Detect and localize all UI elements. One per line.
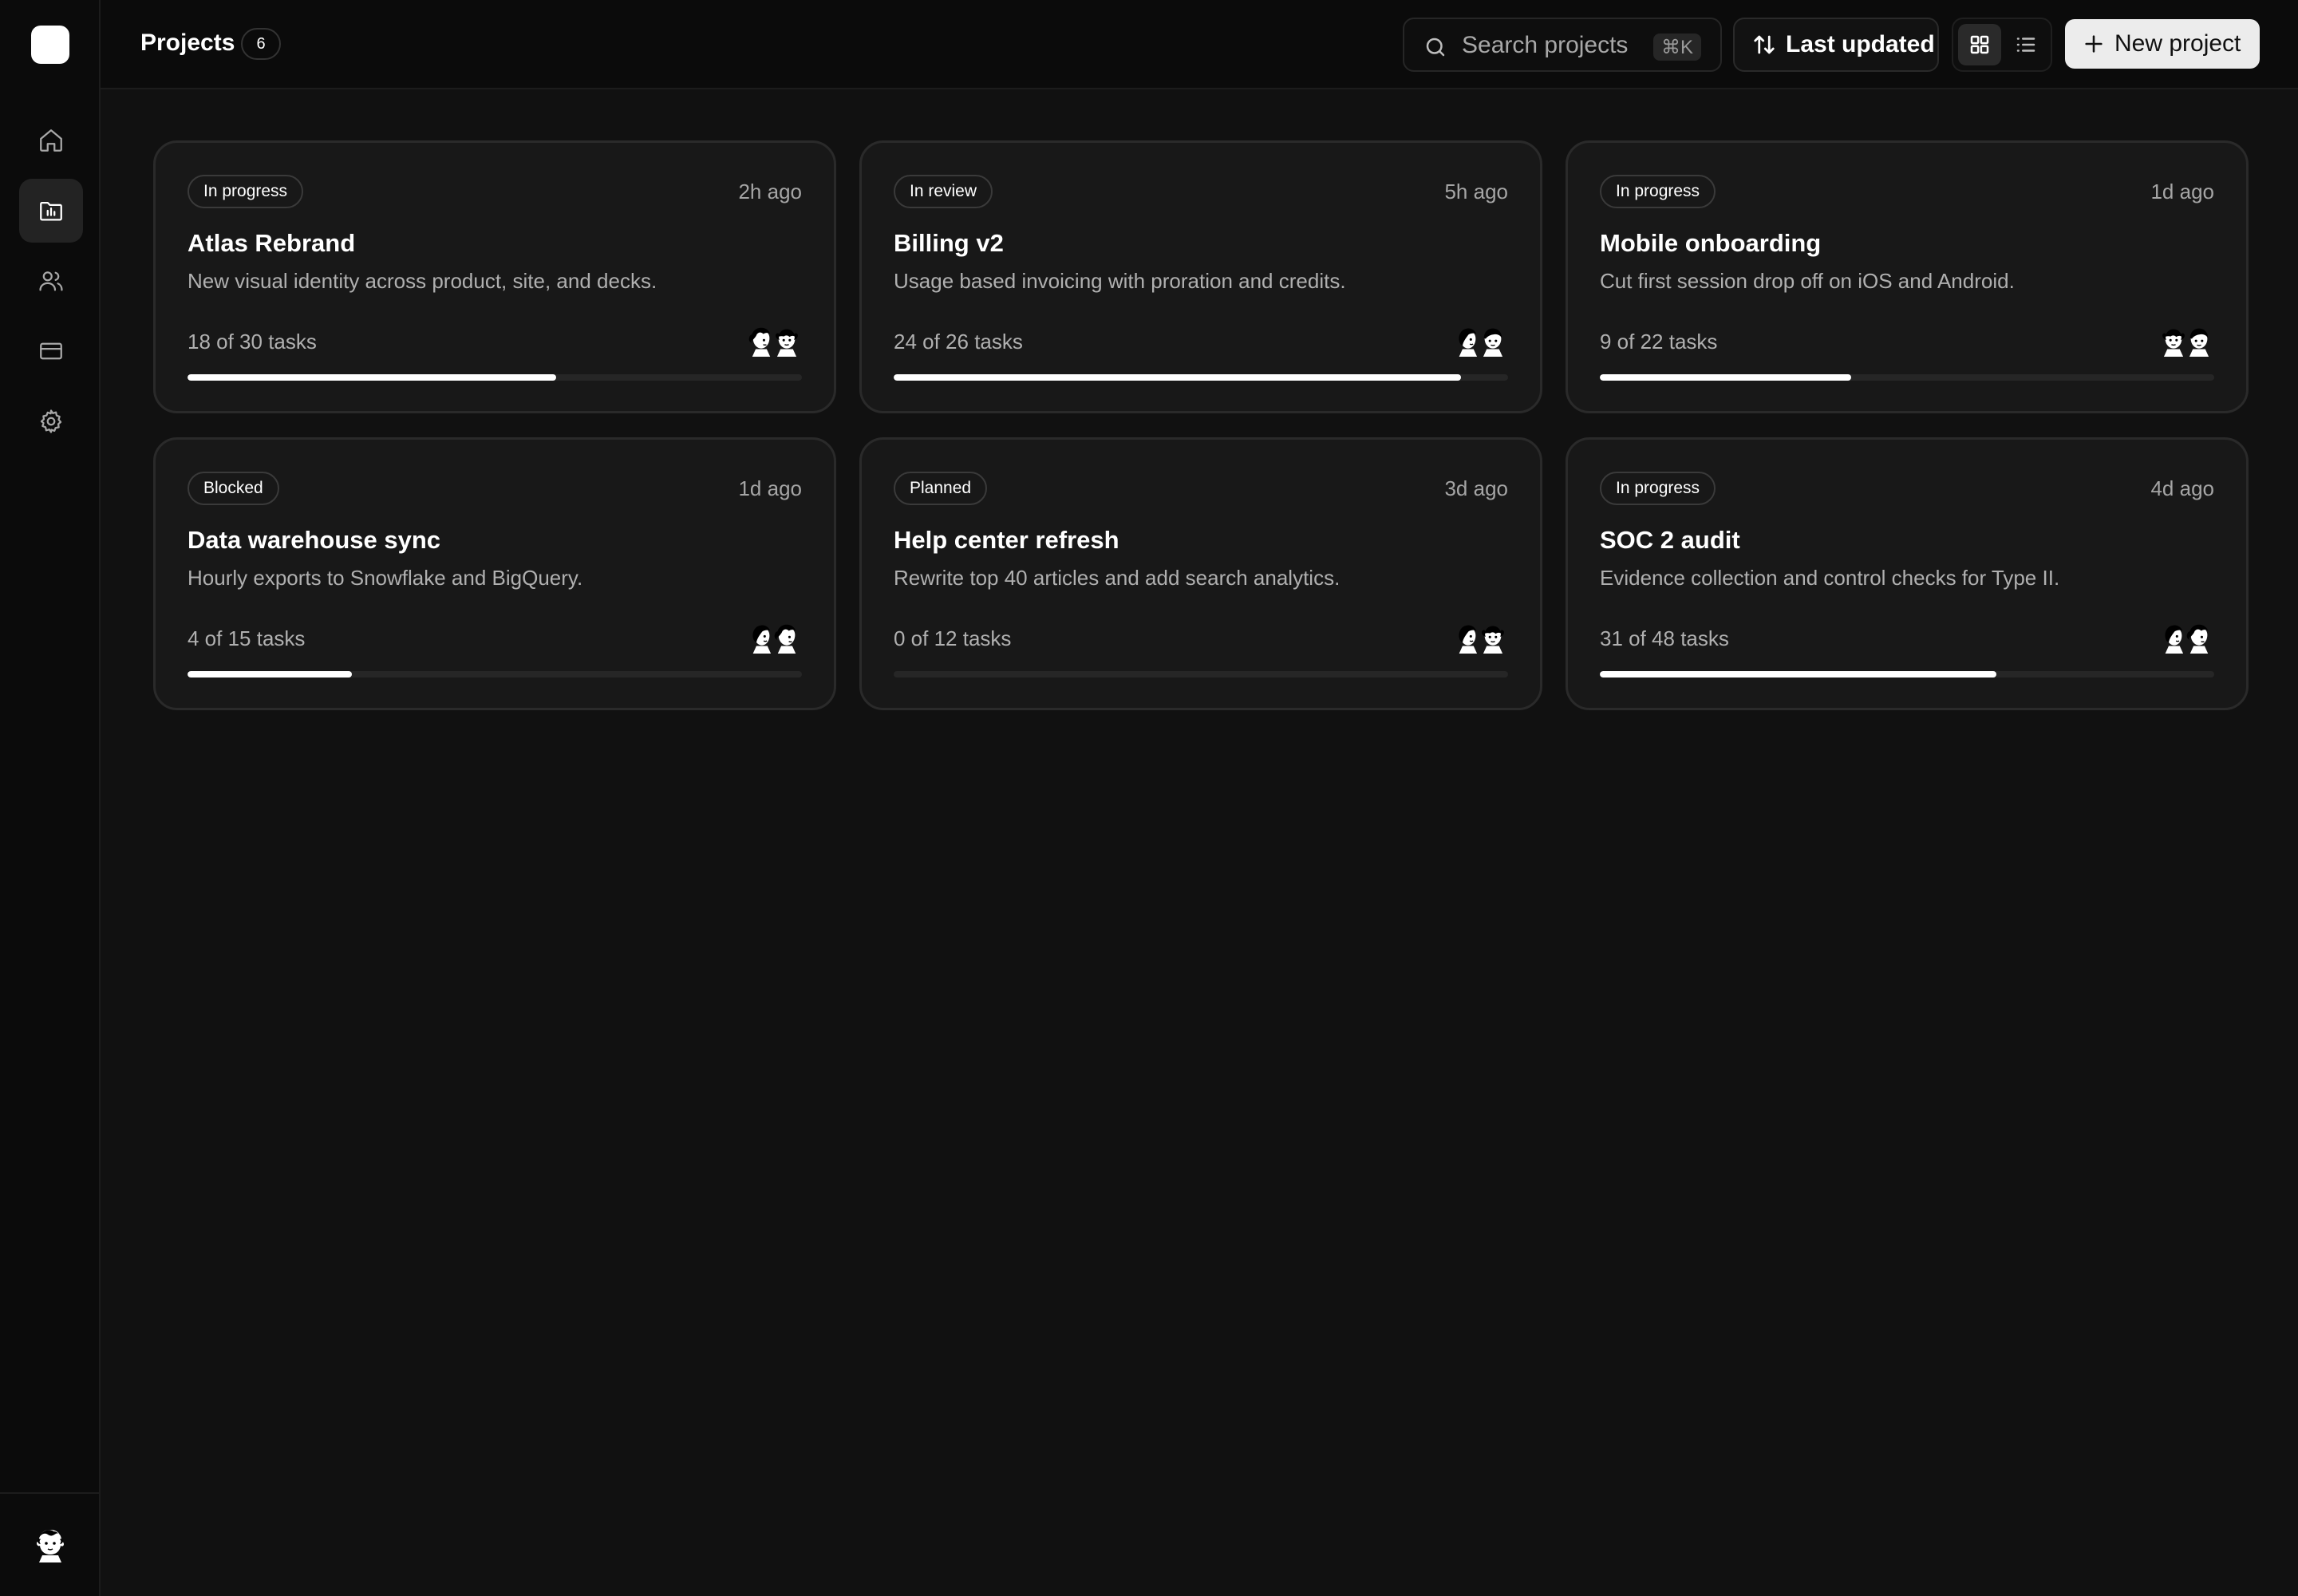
sort-button[interactable]: Last updated — [1733, 18, 1939, 72]
task-count: 4 of 15 tasks — [188, 626, 306, 650]
project-card[interactable]: In progress 4d ago SOC 2 audit Evidence … — [1566, 437, 2249, 710]
progress-fill — [1600, 374, 1851, 381]
status-badge: In progress — [1600, 472, 1716, 505]
assignee-avatars — [2158, 622, 2214, 655]
sort-label: Last updated — [1786, 31, 1935, 57]
user-avatar-icon[interactable] — [33, 1526, 68, 1564]
progress-bar — [188, 374, 802, 381]
sidebar-item-settings[interactable] — [19, 389, 83, 453]
gear-icon — [40, 409, 62, 433]
project-description: New visual identity across product, site… — [188, 269, 657, 293]
progress-fill — [894, 374, 1461, 381]
updated-time: 3d ago — [1444, 476, 1508, 500]
search-input[interactable] — [1462, 29, 1645, 62]
status-badge: In review — [894, 175, 993, 208]
sidebar-footer — [0, 1492, 101, 1596]
project-title: Billing v2 — [894, 229, 1004, 257]
plus-icon — [2085, 35, 2103, 53]
sidebar-item-projects[interactable] — [19, 179, 83, 243]
project-card[interactable]: In progress 1d ago Mobile onboarding Cut… — [1566, 140, 2249, 413]
assignee-avatars — [746, 622, 802, 655]
task-count: 0 of 12 tasks — [894, 626, 1012, 650]
status-badge: In progress — [188, 175, 304, 208]
progress-bar — [1600, 374, 2214, 381]
task-count: 31 of 48 tasks — [1600, 626, 1729, 650]
avatar-icon[interactable] — [772, 622, 802, 655]
avatar-icon[interactable] — [2184, 622, 2214, 655]
avatar-icon[interactable] — [772, 325, 802, 358]
progress-bar — [894, 671, 1508, 678]
task-count: 9 of 22 tasks — [1600, 330, 1718, 354]
project-title: Atlas Rebrand — [188, 229, 356, 257]
home-icon — [40, 129, 62, 152]
new-project-label: New project — [2114, 30, 2241, 57]
top-bar: Projects 6 ⌘K Last updated New project — [101, 0, 2298, 89]
avatar-icon[interactable] — [1478, 325, 1508, 358]
project-description: Hourly exports to Snowflake and BigQuery… — [188, 566, 583, 590]
search-shortcut-hint: ⌘K — [1652, 34, 1701, 61]
sort-arrows-icon — [1754, 35, 1775, 54]
progress-bar — [1600, 671, 2214, 678]
sidebar-item-team[interactable] — [19, 249, 83, 313]
assignee-avatars — [1452, 325, 1508, 358]
grid-view-button[interactable] — [1958, 24, 2001, 65]
project-card[interactable]: In review 5h ago Billing v2 Usage based … — [859, 140, 1542, 413]
status-badge: In progress — [1600, 175, 1716, 208]
updated-time: 2h ago — [738, 180, 802, 203]
task-count: 18 of 30 tasks — [188, 330, 317, 354]
project-description: Usage based invoicing with proration and… — [894, 269, 1346, 293]
avatar-icon[interactable] — [1478, 622, 1508, 655]
avatar-icon[interactable] — [2184, 325, 2214, 358]
status-badge: Blocked — [188, 472, 279, 505]
folder-chart-icon — [40, 201, 62, 221]
credit-card-icon — [40, 342, 62, 360]
updated-time: 5h ago — [1444, 180, 1508, 203]
progress-bar — [188, 671, 802, 678]
project-description: Cut first session drop off on iOS and An… — [1600, 269, 2015, 293]
assignee-avatars — [746, 325, 802, 358]
progress-fill — [188, 374, 556, 381]
users-icon — [39, 271, 63, 291]
project-title: Help center refresh — [894, 526, 1119, 554]
project-title: Data warehouse sync — [188, 526, 441, 554]
project-card[interactable]: Planned 3d ago Help center refresh Rewri… — [859, 437, 1542, 710]
sidebar-item-billing[interactable] — [19, 319, 83, 383]
updated-time: 1d ago — [738, 476, 802, 500]
progress-fill — [188, 671, 352, 678]
progress-bar — [894, 374, 1508, 381]
project-title: SOC 2 audit — [1600, 526, 1740, 554]
project-count-badge: 6 — [241, 28, 281, 60]
sidebar-item-home[interactable] — [19, 109, 83, 172]
search-box[interactable]: ⌘K — [1403, 18, 1722, 72]
sidebar — [0, 0, 101, 1596]
task-count: 24 of 26 tasks — [894, 330, 1023, 354]
new-project-button[interactable]: New project — [2065, 19, 2260, 69]
list-view-button[interactable] — [2004, 24, 2047, 65]
project-description: Evidence collection and control checks f… — [1600, 566, 2060, 590]
status-badge: Planned — [894, 472, 988, 505]
progress-fill — [1600, 671, 1997, 678]
assignee-avatars — [1452, 622, 1508, 655]
view-toggle — [1952, 18, 2052, 72]
project-title: Mobile onboarding — [1600, 229, 1822, 257]
app-logo[interactable] — [31, 26, 69, 64]
page-title: Projects — [140, 30, 235, 56]
updated-time: 4d ago — [2150, 476, 2214, 500]
project-card[interactable]: Blocked 1d ago Data warehouse sync Hourl… — [153, 437, 836, 710]
list-icon — [2016, 38, 2035, 52]
grid-icon — [1970, 35, 1989, 54]
updated-time: 1d ago — [2150, 180, 2214, 203]
assignee-avatars — [2158, 325, 2214, 358]
project-description: Rewrite top 40 articles and add search a… — [894, 566, 1340, 590]
search-icon — [1426, 38, 1445, 57]
project-card[interactable]: In progress 2h ago Atlas Rebrand New vis… — [153, 140, 836, 413]
